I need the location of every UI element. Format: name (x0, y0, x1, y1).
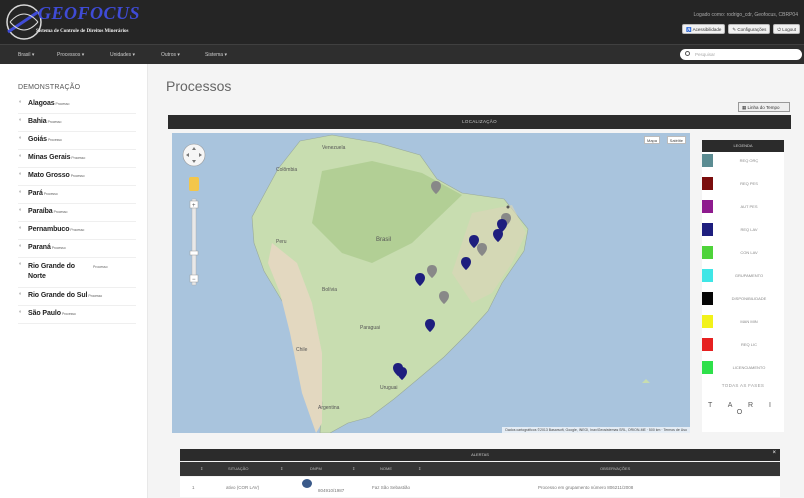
search-icon (685, 51, 690, 56)
legend-title: LEGENDA (702, 140, 784, 152)
bullet-icon: ° (19, 293, 22, 299)
map-label-chile: Chile (296, 347, 308, 353)
globe-icon (302, 479, 312, 488)
sidebar-item-rio-grande-do-sul[interactable]: ° Rio Grande do SulProcesso (18, 288, 136, 306)
map-type-map-button[interactable]: Mapa (643, 136, 660, 144)
map-credits: Dados cartográficos ©2013 Basarsoft, Goo… (502, 427, 690, 433)
map[interactable]: Venezuela Colômbia Peru Bolívia Brasil P… (172, 133, 690, 433)
svg-text:−: − (192, 277, 196, 283)
location-header: LOCALIZAÇÃO (168, 115, 791, 129)
table-row[interactable]: 1 ativo (COR LAV) 804910/1987 Faz São Se… (180, 477, 780, 497)
search-input[interactable]: Pesquisar (680, 49, 802, 60)
sidebar-item-mato-grosso[interactable]: ° Mato GrossoProcesso (18, 168, 136, 186)
map-label-paraguai: Paraguai (360, 325, 380, 331)
legend-item-disponibilidade[interactable]: DISPONIBILIDADE (702, 292, 784, 306)
sidebar-item-alagoas[interactable]: ° AlagoasProcesso (18, 96, 136, 114)
sidebar: DEMONSTRAÇÃO ° AlagoasProcesso ° BahiaProc… (0, 64, 148, 498)
legend-item-req-orc[interactable]: REQ ORÇ (702, 154, 784, 168)
col-nome[interactable]: NOME (380, 466, 392, 471)
sidebar-item-pernambuco[interactable]: ° PernambucoProcesso (18, 222, 136, 240)
bullet-icon: ° (19, 119, 22, 125)
sidebar-item-sao-paulo[interactable]: ° São PauloProcesso (18, 306, 136, 324)
sidebar-item-rio-grande-do-norte[interactable]: ° Rio Grande do Norte Processo (18, 258, 136, 288)
search-placeholder: Pesquisar (695, 52, 716, 57)
sidebar-title: DEMONSTRAÇÃO (18, 84, 81, 91)
logged-in-status: Logado como: rodrigo_cdr, Geofocus, CBRP… (693, 12, 798, 18)
nav-brasil[interactable]: Brasil ▾ (18, 52, 34, 58)
map-label-brasil: Brasil (376, 237, 391, 243)
timeline-button[interactable]: ▦ Linha do Tempo (738, 102, 790, 112)
legend-tabs[interactable]: T A R I O (702, 402, 784, 416)
top-buttons: ♿ Acessibilidade ✎ Configurações ⏻ Logou… (681, 24, 800, 34)
legend: LEGENDA REQ ORÇ REQ PES AUT PES REQ LAV … (702, 140, 784, 432)
sort-icon[interactable]: ⇕ (280, 466, 283, 471)
bullet-icon: ° (19, 245, 22, 251)
page-title: Processos (166, 78, 232, 94)
zoom-slider (191, 198, 197, 286)
svg-text:+: + (192, 203, 196, 209)
bullet-icon: ° (19, 227, 22, 233)
col-observacoes[interactable]: OBSERVAÇÕES (600, 466, 630, 471)
close-icon[interactable]: × (772, 450, 776, 456)
map-label-bolivia: Bolívia (322, 287, 337, 293)
legend-item-man-min[interactable]: MAN MIN (702, 315, 784, 329)
alerts-panel: ALERTAS × ⇕ SITUAÇÃO ⇕ DNPM ⇕ NOME ⇕ OBS… (180, 449, 780, 498)
sort-icon[interactable]: ⇕ (200, 466, 203, 471)
brand-title: GEOFOCUS (38, 3, 141, 23)
bullet-icon: ° (19, 191, 22, 197)
sidebar-item-goias[interactable]: ° GoiásProcesso (18, 132, 136, 150)
legend-item-con-lav[interactable]: CON LAV (702, 246, 784, 260)
legend-item-req-lic[interactable]: REQ LIC (702, 338, 784, 352)
bullet-icon: ° (19, 155, 22, 161)
settings-button[interactable]: ✎ Configurações (728, 24, 771, 34)
bullet-icon: ° (19, 263, 22, 269)
bullet-icon: ° (19, 209, 22, 215)
legend-item-req-lav[interactable]: REQ LAV (702, 223, 784, 237)
legend-item-req-pes[interactable]: REQ PES (702, 177, 784, 191)
legend-all-phases[interactable]: TODAS AS FASES (702, 383, 784, 388)
map-label-uruguai: Uruguai (380, 385, 398, 391)
map-label-peru: Peru (276, 239, 287, 245)
sort-icon[interactable]: ⇕ (418, 466, 421, 471)
bullet-icon: ° (19, 173, 22, 179)
legend-item-licenciamento[interactable]: LICENCIAMENTO (702, 361, 784, 375)
nav-sistema[interactable]: Sistema ▾ (205, 52, 227, 58)
nav-processos[interactable]: Processos ▾ (57, 52, 84, 58)
col-situacao[interactable]: SITUAÇÃO (228, 466, 248, 471)
map-label-argentina: Argentina (318, 405, 340, 411)
street-view-pegman-icon (189, 177, 199, 191)
brand-subtitle: Sistema de Controle de Direitos Minerári… (36, 29, 129, 34)
sidebar-item-para[interactable]: ° ParáProcesso (18, 186, 136, 204)
sidebar-item-bahia[interactable]: ° BahiaProcesso (18, 114, 136, 132)
sidebar-item-minas-gerais[interactable]: ° Minas GeraisProcesso (18, 150, 136, 168)
top-bar: GEOFOCUS Sistema de Controle de Direitos… (0, 0, 804, 44)
col-dnpm[interactable]: DNPM (310, 466, 322, 471)
bullet-icon: ° (19, 311, 22, 317)
legend-item-aut-pes[interactable]: AUT PES (702, 200, 784, 214)
bullet-icon: ° (19, 137, 22, 143)
bullet-icon: ° (19, 101, 22, 107)
zoom-handle (189, 250, 199, 256)
map-label-colombia: Colômbia (276, 167, 297, 173)
map-canvas: Venezuela Colômbia Peru Bolívia Brasil P… (182, 134, 650, 433)
accessibility-icon: ♿ (685, 27, 693, 32)
accessibility-button[interactable]: ♿ Acessibilidade (681, 24, 726, 34)
sort-icon[interactable]: ⇕ (352, 466, 355, 471)
alerts-title: ALERTAS (180, 449, 780, 461)
alerts-columns: ⇕ SITUAÇÃO ⇕ DNPM ⇕ NOME ⇕ OBSERVAÇÕES (180, 462, 780, 476)
sidebar-item-parana[interactable]: ° ParanáProcesso (18, 240, 136, 258)
logout-button[interactable]: ⏻ Logout (773, 24, 800, 34)
nav-bar: Brasil ▾ Processos ▾ Unidades ▾ Outros ▾… (0, 44, 804, 64)
nav-unidades[interactable]: Unidades ▾ (110, 52, 135, 58)
map-type-satellite-button[interactable]: Satélite (666, 136, 686, 144)
map-label-venezuela: Venezuela (322, 145, 346, 151)
nav-outros[interactable]: Outros ▾ (161, 52, 180, 58)
sidebar-item-paraiba[interactable]: ° ParaíbaProcesso (18, 204, 136, 222)
legend-item-grupamento[interactable]: GRUPAMENTO (702, 269, 784, 283)
